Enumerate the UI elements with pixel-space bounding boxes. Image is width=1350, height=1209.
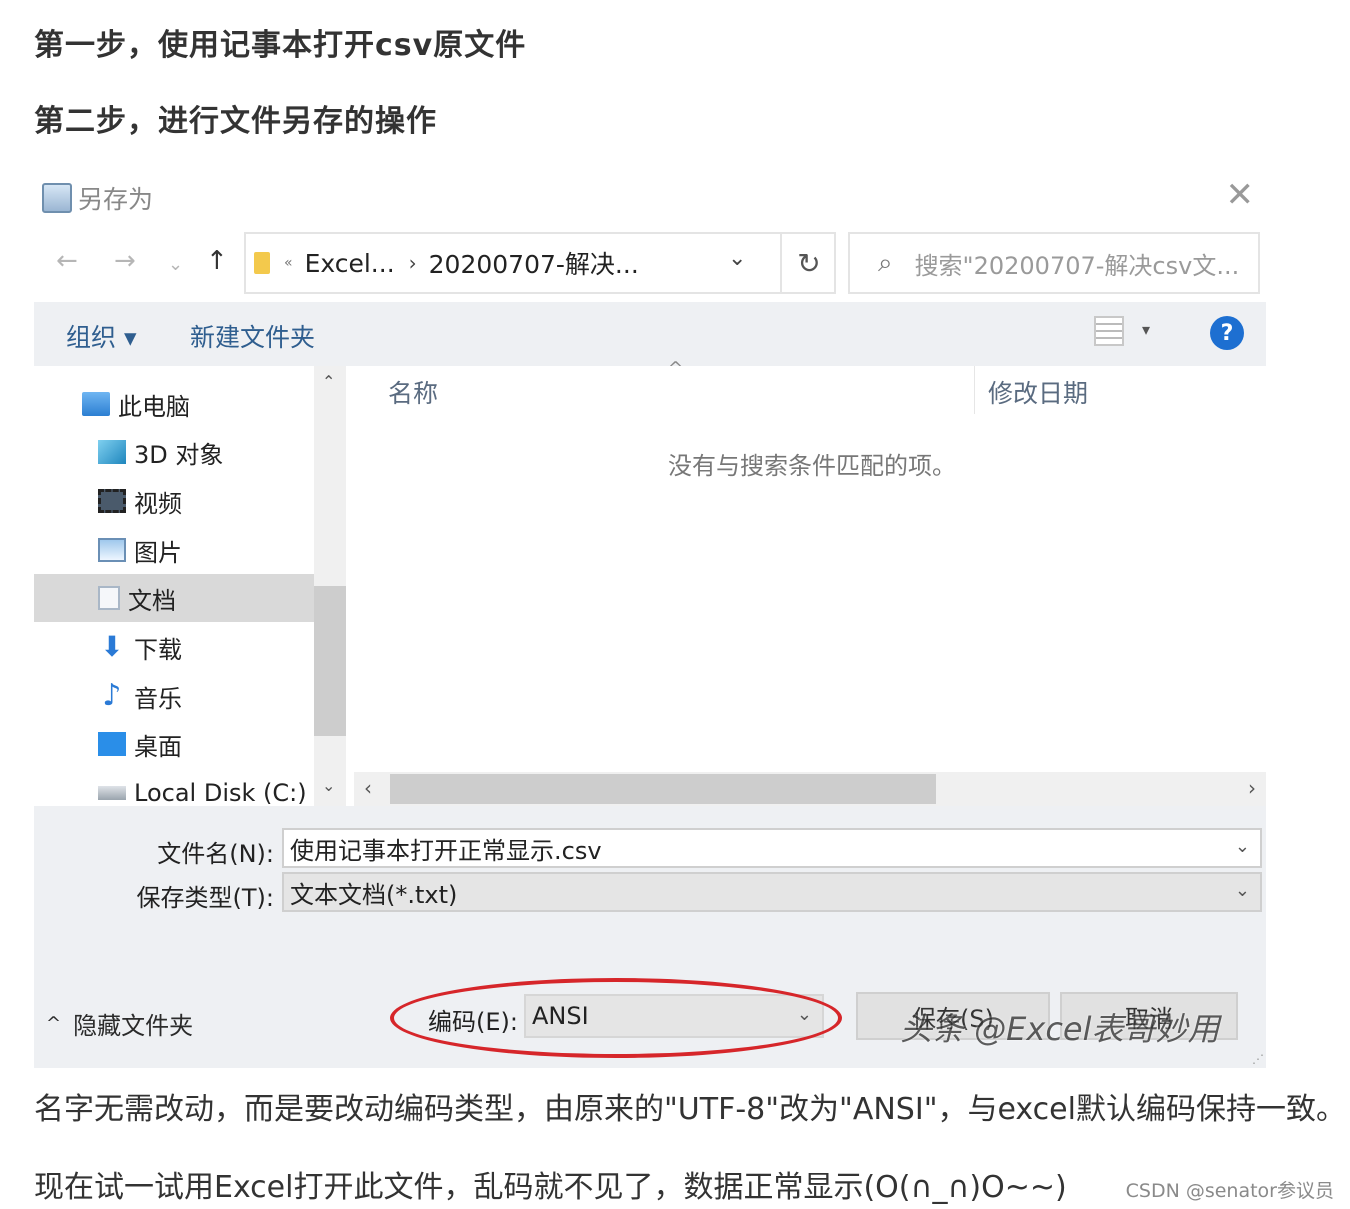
save-type-label: 保存类型(T): xyxy=(136,884,274,912)
nav-item-downloads[interactable]: ⬇ 下载 xyxy=(34,623,314,671)
explanation-paragraph: 名字无需改动，而是要改动编码类型，由原来的"UTF-8"改为"ANSI"，与ex… xyxy=(34,1092,1346,1127)
file-list-pane: 名称 ^ 修改日期 没有与搜索条件匹配的项。 xyxy=(354,358,1266,770)
refresh-icon[interactable]: ↻ xyxy=(780,234,836,292)
resize-grip-icon[interactable]: ⋰ xyxy=(1252,1052,1264,1066)
nav-item-label: 图片 xyxy=(134,538,182,567)
hide-folders-toggle[interactable]: ^ 隐藏文件夹 xyxy=(46,1006,193,1041)
address-bar[interactable]: « Excel... › 20200707-解决... ⌄ ↻ xyxy=(244,232,836,294)
search-placeholder: 搜索"20200707-解决csv文... xyxy=(914,251,1240,280)
search-input[interactable]: ⌕ 搜索"20200707-解决csv文... xyxy=(848,232,1260,294)
result-paragraph: 现在试一试用Excel打开此文件，乱码就不见了，数据正常显示(O(∩_∩)O~~… xyxy=(34,1170,1067,1205)
scroll-left-icon[interactable]: ‹ xyxy=(364,776,372,800)
search-icon: ⌕ xyxy=(878,247,893,278)
view-options-icon[interactable] xyxy=(1094,316,1124,346)
recent-locations-chevron-icon[interactable]: ⌄ xyxy=(168,254,183,275)
nav-item-music[interactable]: ♪ 音乐 xyxy=(34,672,314,720)
dialog-title: 另存为 xyxy=(78,185,154,214)
scrollbar-thumb[interactable] xyxy=(390,774,936,804)
video-icon xyxy=(98,489,126,513)
save-type-value: 文本文档(*.txt) xyxy=(290,880,458,909)
nav-item-documents[interactable]: 文档 xyxy=(34,574,314,622)
nav-item-label: 视频 xyxy=(134,489,182,518)
back-arrow-icon[interactable]: ← xyxy=(56,246,78,276)
filename-value: 使用记事本打开正常显示.csv xyxy=(290,836,602,865)
dialog-titlebar: 另存为 xyxy=(42,180,153,216)
step2-heading: 第二步，进行文件另存的操作 xyxy=(34,104,437,139)
nav-item-label: 3D 对象 xyxy=(134,440,224,469)
nav-item-videos[interactable]: 视频 xyxy=(34,477,314,525)
save-as-icon xyxy=(42,183,72,213)
chevron-down-icon[interactable]: ⌄ xyxy=(797,1004,812,1025)
save-type-select[interactable]: 文本文档(*.txt) ⌄ xyxy=(282,872,1262,912)
breadcrumb-item[interactable]: 20200707-解决... xyxy=(429,245,639,281)
nav-item-label: 此电脑 xyxy=(118,392,190,421)
csdn-watermark: CSDN @senator参议员 xyxy=(1125,1180,1334,1202)
scroll-up-icon[interactable]: ⌃ xyxy=(322,372,335,391)
encoding-select[interactable]: ANSI ⌄ xyxy=(524,994,824,1038)
filename-input[interactable]: 使用记事本打开正常显示.csv ⌄ xyxy=(282,828,1262,868)
computer-icon xyxy=(82,392,110,416)
nav-item-label: 文档 xyxy=(128,586,176,615)
organize-menu[interactable]: 组织 ▾ xyxy=(66,318,137,354)
desktop-icon xyxy=(98,732,126,756)
navigation-pane: 此电脑 3D 对象 视频 图片 文档 ⬇ 下载 ♪ 音乐 桌面 Local Di… xyxy=(34,366,314,806)
forward-arrow-icon[interactable]: → xyxy=(114,246,136,276)
nav-item-local-disk[interactable]: Local Disk (C:) xyxy=(34,769,314,806)
cube-icon xyxy=(98,440,126,464)
nav-item-3d-objects[interactable]: 3D 对象 xyxy=(34,428,314,476)
chevron-down-icon[interactable]: ⌄ xyxy=(1235,836,1250,857)
nav-item-label: 下载 xyxy=(134,635,182,664)
nav-item-pictures[interactable]: 图片 xyxy=(34,526,314,574)
step1-heading: 第一步，使用记事本打开csv原文件 xyxy=(34,28,527,63)
scrollbar-thumb[interactable] xyxy=(314,586,346,736)
breadcrumb-item[interactable]: Excel... xyxy=(305,249,395,278)
scroll-right-icon[interactable]: › xyxy=(1248,776,1256,800)
command-toolbar: 组织 ▾ 新建文件夹 ▾ ? xyxy=(34,302,1266,366)
empty-results-message: 没有与搜索条件匹配的项。 xyxy=(668,452,956,480)
chevron-down-icon[interactable]: ⌄ xyxy=(728,246,746,271)
sort-ascending-icon: ^ xyxy=(668,358,684,379)
save-as-dialog: 另存为 ✕ ← → ⌄ ↑ « Excel... › 20200707-解决..… xyxy=(34,168,1266,1068)
disk-icon xyxy=(98,786,126,800)
picture-icon xyxy=(98,538,126,562)
file-list-horizontal-scrollbar[interactable]: ‹ › xyxy=(354,772,1266,806)
folder-icon xyxy=(254,252,270,274)
help-icon[interactable]: ? xyxy=(1210,316,1244,350)
nav-item-label: Local Disk (C:) xyxy=(134,779,307,806)
download-icon: ⬇ xyxy=(100,630,124,663)
nav-item-desktop[interactable]: 桌面 xyxy=(34,720,314,768)
breadcrumb-separator-icon[interactable]: › xyxy=(409,251,417,275)
close-icon[interactable]: ✕ xyxy=(1226,178,1255,212)
scroll-down-icon[interactable]: ⌄ xyxy=(322,776,335,795)
document-icon xyxy=(98,586,120,610)
up-arrow-icon[interactable]: ↑ xyxy=(206,246,228,276)
column-header-date-modified[interactable]: 修改日期 xyxy=(988,374,1088,410)
hide-folders-label: 隐藏文件夹 xyxy=(73,1012,194,1040)
nav-item-label: 音乐 xyxy=(134,684,182,713)
caret-down-icon[interactable]: ▾ xyxy=(1142,320,1150,339)
nav-pane-scrollbar[interactable]: ⌃ ⌄ xyxy=(314,366,346,806)
column-divider[interactable] xyxy=(974,366,975,414)
column-header-name[interactable]: 名称 xyxy=(388,374,438,410)
encoding-value: ANSI xyxy=(532,1002,589,1030)
new-folder-button[interactable]: 新建文件夹 xyxy=(190,318,315,354)
overflow-chevron-icon[interactable]: « xyxy=(284,255,293,271)
chevron-up-icon: ^ xyxy=(46,1013,62,1034)
music-icon: ♪ xyxy=(102,678,122,713)
watermark-overlay-text: 头条 @Excel表哥妙用 xyxy=(900,1010,1220,1048)
chevron-down-icon[interactable]: ⌄ xyxy=(1235,880,1250,901)
encoding-label: 编码(E): xyxy=(428,1008,518,1036)
filename-label: 文件名(N): xyxy=(157,840,274,868)
nav-item-label: 桌面 xyxy=(134,732,182,761)
nav-item-this-pc[interactable]: 此电脑 xyxy=(34,380,314,428)
